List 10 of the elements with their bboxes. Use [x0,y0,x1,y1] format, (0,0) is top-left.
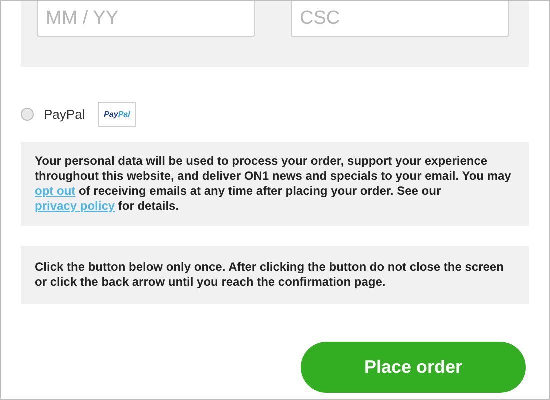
paypal-logo: PayPal [98,102,136,127]
input-field[interactable]: CSC [291,1,509,37]
payment-label: PayPal [44,106,86,124]
input-field[interactable]: MM / YY [37,1,255,37]
radio-button[interactable] [21,108,34,121]
click-notice: Click the button below only once. After clicking the button do not close the screen or click the back arrow until you reach the confirmation page. [35,260,505,290]
text-link[interactable]: opt out [35,184,76,198]
text-link[interactable]: privacy policy [35,199,116,213]
place-order-button[interactable]: Place order [301,342,526,393]
privacy-notice: Your personal data will be used to process your order, support your experience throughout this website, and deliver ON1 news and specials to your email. You may opt out of receiving emails at any time after placing your order. See our privacy policy for details. [35,154,512,214]
